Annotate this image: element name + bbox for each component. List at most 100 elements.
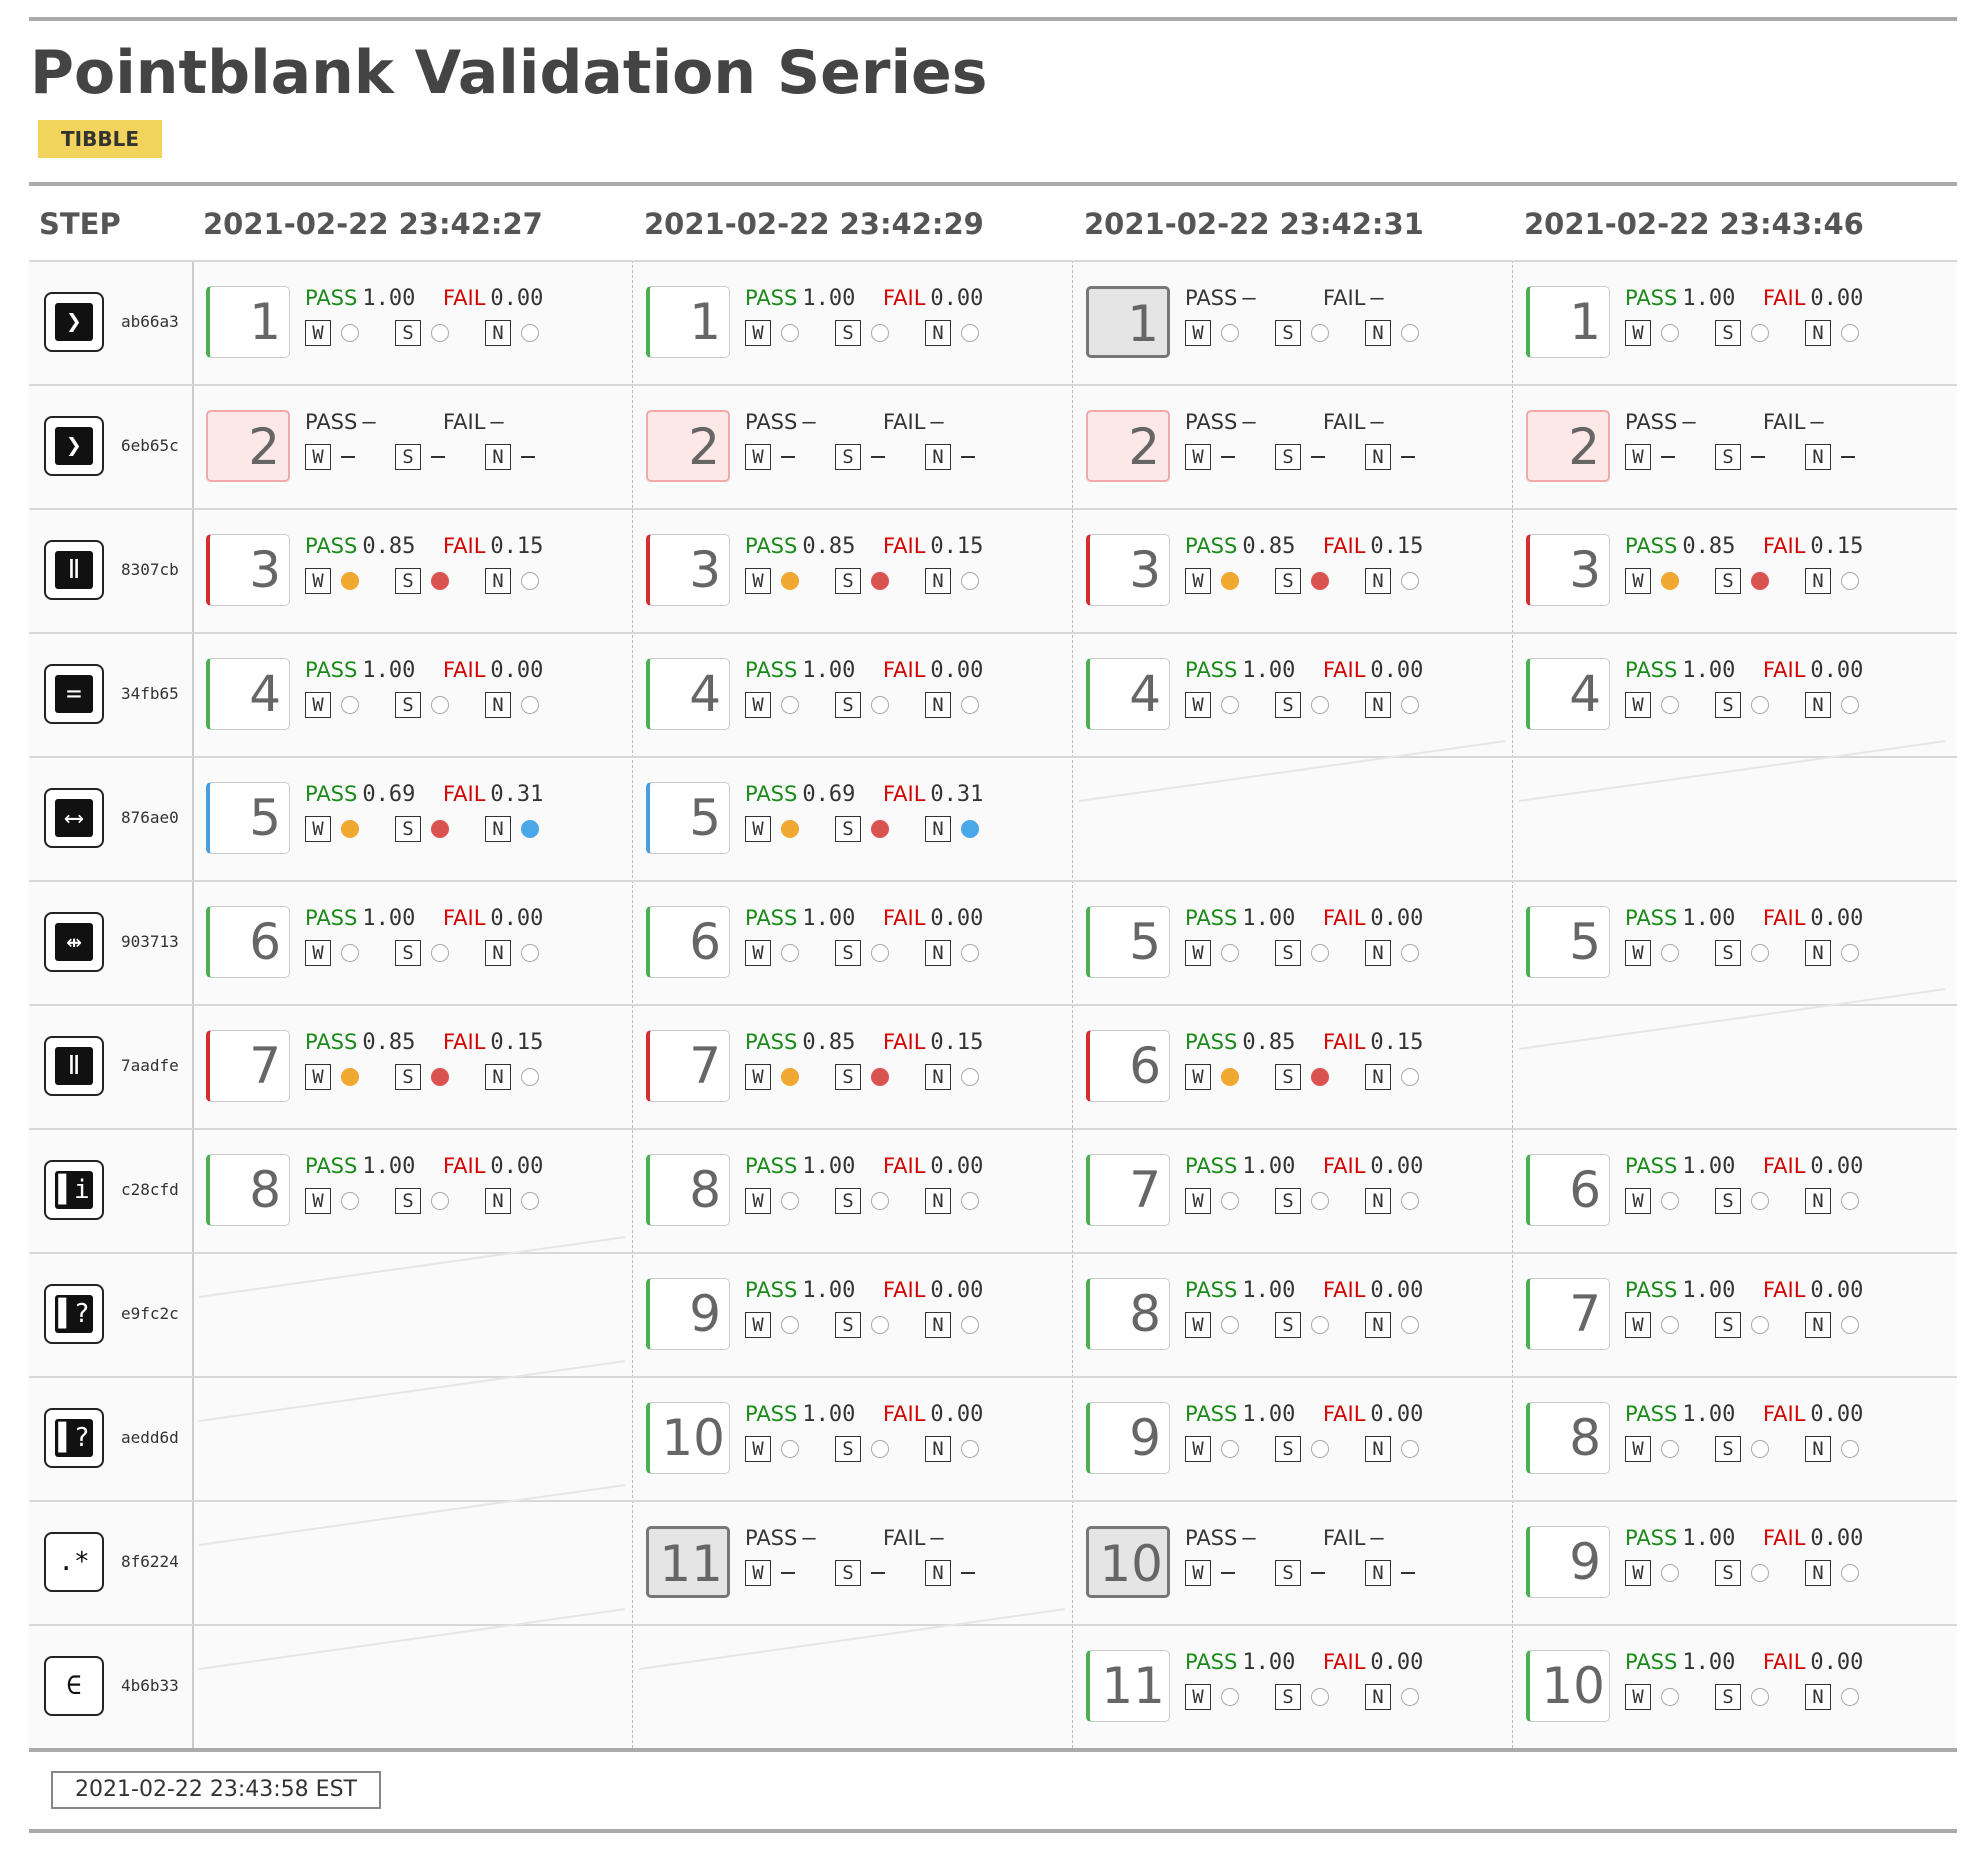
regex-icon[interactable]: .* [44,1532,104,1592]
notify-status-dot [1841,1192,1859,1210]
step-number-box[interactable]: 2 [646,410,730,482]
step-number-box[interactable]: 6 [646,906,730,978]
warn-label-box: W [745,692,771,718]
notify-status-dot [961,1440,979,1458]
warn-label-box: W [745,320,771,346]
stop-label-box: S [1275,940,1301,966]
step-number-box[interactable]: 4 [206,658,290,730]
notify-status-dot [1841,1316,1859,1334]
step-number-box[interactable]: 7 [646,1030,730,1102]
step-number-box[interactable]: 5 [206,782,290,854]
step-number-box[interactable]: 1 [206,286,290,358]
step-number-box[interactable]: 6 [1086,1030,1170,1102]
step-number-box[interactable]: 2 [1086,410,1170,482]
pass-value: 1.00 [802,1402,856,1427]
fail-value: 0.00 [930,1154,984,1179]
between-icon[interactable]: Ⅱ [44,1036,104,1096]
fail-fraction: FAIL 0.31 [883,782,983,807]
notify-status-dot [961,696,979,714]
step-number-box[interactable]: 2 [1526,410,1610,482]
step-number-box[interactable]: 5 [646,782,730,854]
step-number-box[interactable]: 5 [1526,906,1610,978]
notify-indicator: N [1805,692,1859,718]
validation-cell: 4 PASS 1.00 FAIL 0.00 W S N [633,634,1073,758]
step-number-box[interactable]: 11 [646,1526,730,1598]
notify-indicator: N [1805,444,1855,470]
step-number-box[interactable]: 9 [1086,1402,1170,1474]
notify-label-box: N [1805,1684,1831,1710]
step-number-box[interactable]: 6 [1526,1154,1610,1226]
notify-indicator: N [1805,1684,1859,1710]
step-number-box[interactable]: 4 [1086,658,1170,730]
step-number-box[interactable]: 8 [1086,1278,1170,1350]
warn-status-dot [1661,1192,1679,1210]
step-hash: e9fc2c [121,1304,179,1323]
step-number-box[interactable]: 1 [1086,286,1170,358]
fail-value: 0.15 [1370,534,1424,559]
step-icon-glyph: .* [58,1547,90,1577]
step-cell: ▌i c28cfd [29,1130,192,1254]
col-vals-not-between-icon[interactable]: ⇹ [44,912,104,972]
step-number-box[interactable]: 3 [1526,534,1610,606]
stop-indicator: S [1275,1064,1329,1090]
step-icon-glyph: = [55,675,93,713]
step-number-box[interactable]: 3 [1086,534,1170,606]
col-is-info-icon[interactable]: ▌i [44,1160,104,1220]
step-number-box[interactable]: 1 [646,286,730,358]
step-number-box[interactable]: 10 [646,1402,730,1474]
col-vals-between-icon[interactable]: ⟷ [44,788,104,848]
pass-fraction: PASS 0.85 [745,534,855,559]
equals-icon[interactable]: = [44,664,104,724]
step-number-box[interactable]: 8 [646,1154,730,1226]
step-number-box[interactable]: 10 [1526,1650,1610,1722]
step-number-box[interactable]: 7 [1526,1278,1610,1350]
fail-fraction: FAIL — [443,410,504,435]
step-number-box[interactable]: 9 [1526,1526,1610,1598]
step-number-box[interactable]: 7 [206,1030,290,1102]
fail-label: FAIL [443,658,486,682]
step-number-box[interactable]: 4 [1526,658,1610,730]
step-icon-glyph: ▌i [55,1171,93,1209]
stop-status-dot [1751,696,1769,714]
in-set-icon[interactable]: ∈ [44,1656,104,1716]
notify-indicator: N [1365,568,1419,594]
step-number-box[interactable]: 3 [646,534,730,606]
fail-value: 0.00 [1810,1278,1864,1303]
step-number-box[interactable]: 6 [206,906,290,978]
col-exists-icon[interactable]: ▌? [44,1408,104,1468]
step-number-box[interactable]: 4 [646,658,730,730]
pass-fraction: PASS 1.00 [1625,1526,1735,1551]
step-number-box[interactable]: 11 [1086,1650,1170,1722]
greater-than-icon[interactable]: ❯ [44,416,104,476]
warn-label-box: W [745,816,771,842]
step-number-box[interactable]: 1 [1526,286,1610,358]
step-number-box[interactable]: 10 [1086,1526,1170,1598]
step-cell: ∈ 4b6b33 [29,1626,192,1750]
step-number-box[interactable]: 2 [206,410,290,482]
pass-fraction: PASS 1.00 [305,1154,415,1179]
step-number-box[interactable]: 9 [646,1278,730,1350]
warn-label-box: W [305,692,331,718]
col-exists-icon[interactable]: ▌? [44,1284,104,1344]
warn-status-dot [781,324,799,342]
page-title: Pointblank Validation Series [30,38,988,108]
step-number-box[interactable]: 8 [1526,1402,1610,1474]
step-number-box[interactable]: 8 [206,1154,290,1226]
greater-than-icon[interactable]: ❯ [44,292,104,352]
warn-na-dash [1661,456,1675,458]
notify-label-box: N [1365,1436,1391,1462]
warn-indicator: W [305,692,359,718]
notify-label-box: N [925,692,951,718]
empty-cell [1513,988,1953,1130]
step-number-box[interactable]: 3 [206,534,290,606]
step-icon-glyph: ▌? [55,1295,93,1333]
fail-label: FAIL [1763,906,1806,930]
stop-label-box: S [1275,1312,1301,1338]
stop-status-dot [871,1192,889,1210]
pass-label: PASS [1185,1278,1238,1302]
stop-status-dot [1751,324,1769,342]
notify-status-dot [1841,696,1859,714]
between-icon[interactable]: Ⅱ [44,540,104,600]
step-number-box[interactable]: 7 [1086,1154,1170,1226]
step-number-box[interactable]: 5 [1086,906,1170,978]
